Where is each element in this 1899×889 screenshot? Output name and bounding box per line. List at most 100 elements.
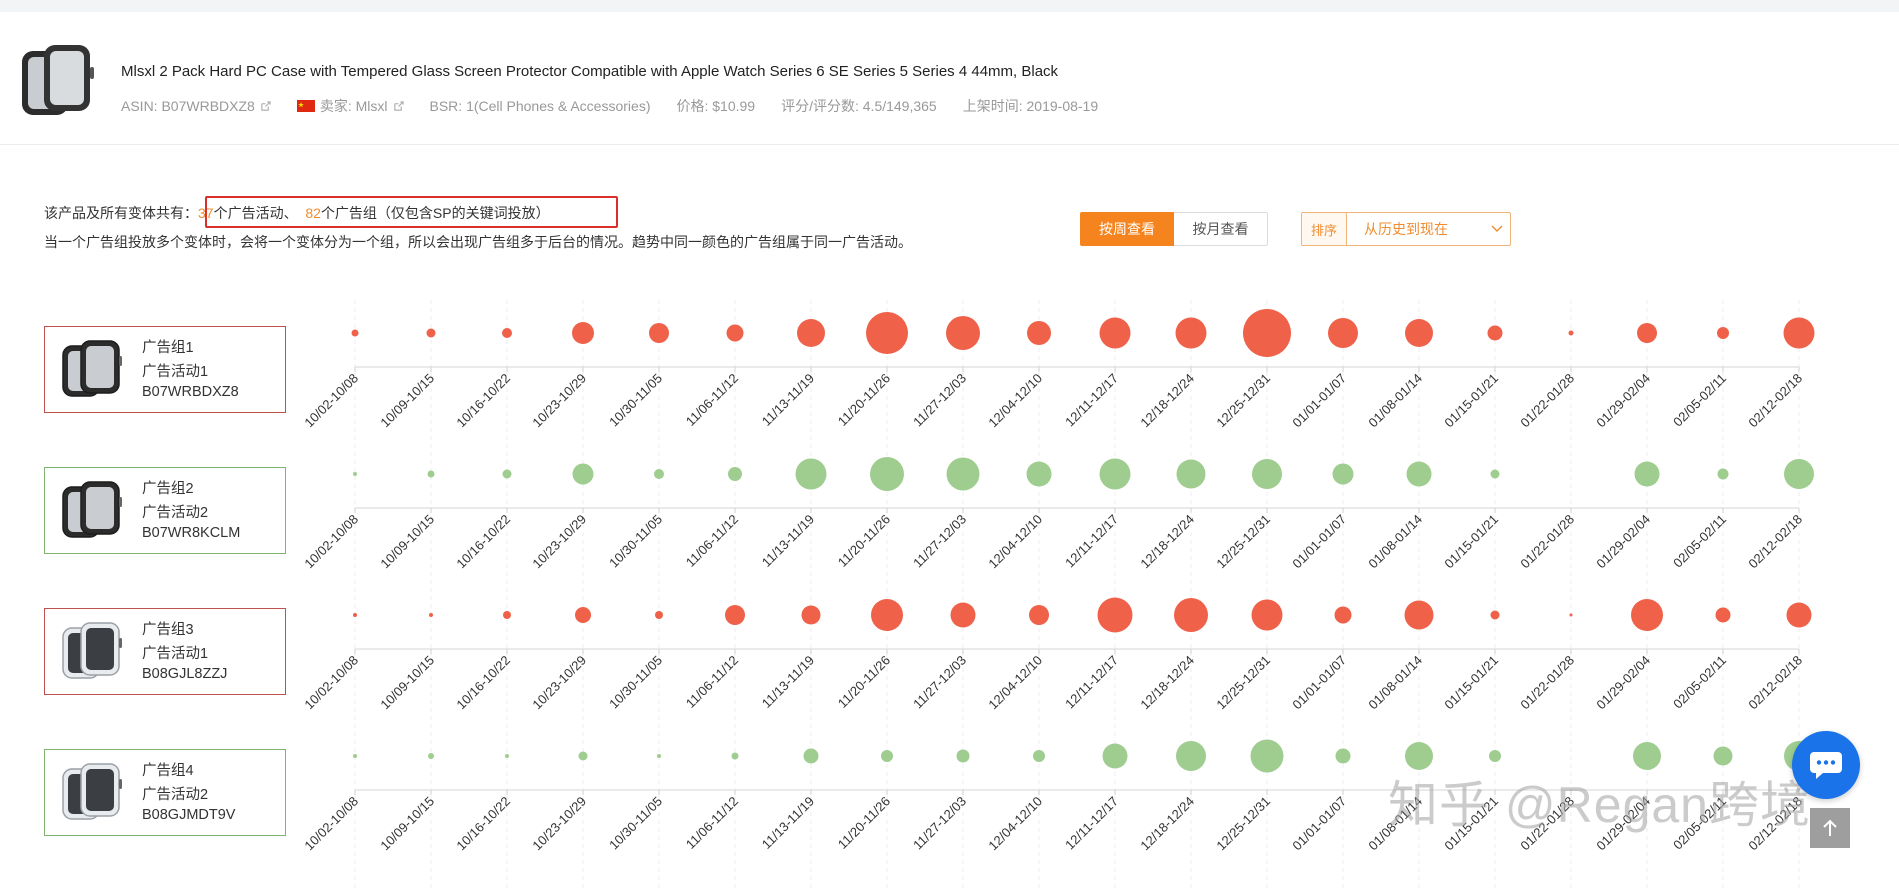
bubble-point[interactable] [946, 316, 980, 350]
bubble-point[interactable] [1406, 461, 1432, 487]
bubble-point[interactable] [657, 754, 661, 758]
bubble-point[interactable] [1786, 602, 1812, 628]
bubble-point[interactable] [654, 469, 664, 479]
bubble-point[interactable] [1252, 459, 1282, 489]
x-tick-label: 12/04-12/10 [985, 794, 1045, 854]
back-to-top-button[interactable] [1810, 808, 1850, 848]
bubble-point[interactable] [795, 458, 827, 490]
bubble-point[interactable] [1490, 610, 1500, 620]
bubble-point[interactable] [1033, 750, 1045, 762]
bubble-point[interactable] [1251, 599, 1283, 631]
bubble-point[interactable] [427, 470, 435, 478]
bubble-point[interactable] [1174, 598, 1208, 632]
x-tick-label: 10/02-10/08 [301, 371, 361, 431]
chat-button[interactable] [1792, 731, 1860, 799]
bubble-point[interactable] [1405, 319, 1433, 347]
x-tick-label: 12/11-12/17 [1062, 794, 1121, 853]
bubble-point[interactable] [1487, 325, 1503, 341]
bubble-point[interactable] [429, 613, 433, 617]
bubble-point[interactable] [1099, 317, 1131, 349]
bubble-point[interactable] [351, 329, 359, 337]
x-tick-label: 01/29-02/04 [1593, 653, 1653, 713]
bubble-point[interactable] [1717, 468, 1729, 480]
bubble-point[interactable] [353, 754, 357, 758]
bubble-point[interactable] [502, 469, 512, 479]
bubble-point[interactable] [572, 322, 594, 344]
bubble-point[interactable] [428, 753, 434, 759]
bubble-point[interactable] [1029, 605, 1049, 625]
x-tick-label: 12/25-12/31 [1213, 371, 1273, 431]
x-tick-label: 01/08-01/14 [1365, 371, 1425, 431]
bubble-point[interactable] [1783, 317, 1815, 349]
bubble-point[interactable] [871, 599, 903, 631]
x-tick-label: 10/16-10/22 [453, 653, 513, 713]
bubble-point[interactable] [1489, 750, 1501, 762]
bubble-point[interactable] [1334, 606, 1352, 624]
x-tick-label: 01/15-01/21 [1441, 512, 1501, 572]
bubble-point[interactable] [1243, 309, 1291, 357]
x-tick-label: 10/16-10/22 [453, 512, 513, 572]
bubble-point[interactable] [1568, 330, 1574, 336]
bubble-point[interactable] [797, 319, 825, 347]
bubble-point[interactable] [1176, 741, 1206, 771]
bubble-point[interactable] [725, 605, 745, 625]
bubble-point[interactable] [353, 613, 357, 617]
bubble-point[interactable] [1404, 600, 1434, 630]
bubble-point[interactable] [578, 751, 588, 761]
x-tick-label: 11/06-11/12 [683, 653, 741, 711]
bubble-point[interactable] [1569, 613, 1573, 617]
bubble-point[interactable] [1097, 597, 1133, 633]
x-tick-label: 11/20-11/26 [835, 371, 893, 429]
bubble-point[interactable] [1099, 458, 1131, 490]
bubble-point[interactable] [950, 602, 976, 628]
bubble-point[interactable] [881, 750, 893, 762]
bubble-point[interactable] [1175, 317, 1207, 349]
x-tick-label: 11/13-11/19 [759, 512, 817, 570]
bubble-point[interactable] [505, 754, 509, 758]
x-tick-label: 11/06-11/12 [683, 512, 741, 570]
bubble-point[interactable] [649, 323, 669, 343]
bubble-point[interactable] [502, 328, 512, 338]
bubble-point[interactable] [1637, 323, 1657, 343]
bubble-point[interactable] [1631, 599, 1663, 631]
bubble-point[interactable] [353, 472, 357, 476]
bubble-point[interactable] [1027, 321, 1051, 345]
x-tick-label: 01/22-01/28 [1517, 371, 1577, 431]
bubble-point[interactable] [1490, 469, 1500, 479]
x-tick-label: 01/29-02/04 [1593, 512, 1653, 572]
x-tick-label: 10/16-10/22 [453, 794, 513, 854]
bubble-point[interactable] [1250, 739, 1284, 773]
x-tick-label: 10/23-10/29 [529, 512, 589, 572]
bubble-point[interactable] [956, 749, 970, 763]
bubble-point[interactable] [1176, 459, 1206, 489]
bubble-point[interactable] [655, 611, 663, 619]
x-tick-label: 11/27-12/03 [910, 512, 969, 571]
bubble-point[interactable] [1335, 748, 1351, 764]
x-tick-label: 02/05-02/11 [1670, 653, 1729, 712]
bubble-point[interactable] [1332, 463, 1354, 485]
bubble-point[interactable] [426, 328, 436, 338]
bubble-point[interactable] [1715, 607, 1731, 623]
x-tick-label: 12/18-12/24 [1137, 653, 1197, 713]
bubble-point[interactable] [1328, 318, 1358, 348]
bubble-point[interactable] [870, 457, 904, 491]
bubble-point[interactable] [572, 463, 594, 485]
bubble-point[interactable] [1784, 459, 1814, 489]
x-tick-label: 01/22-01/28 [1517, 512, 1577, 572]
bubble-point[interactable] [726, 324, 744, 342]
bubble-point[interactable] [728, 467, 742, 481]
bubble-point[interactable] [731, 752, 739, 760]
bubble-point[interactable] [1713, 746, 1733, 766]
bubble-point[interactable] [1717, 327, 1729, 339]
bubble-point[interactable] [1026, 461, 1052, 487]
bubble-point[interactable] [575, 607, 591, 623]
bubble-point[interactable] [801, 605, 821, 625]
bubble-point[interactable] [946, 457, 980, 491]
bubble-point[interactable] [1634, 461, 1660, 487]
x-tick-label: 12/25-12/31 [1213, 794, 1273, 854]
bubble-point[interactable] [866, 312, 908, 354]
bubble-point[interactable] [503, 611, 511, 619]
x-tick-label: 12/18-12/24 [1137, 794, 1197, 854]
bubble-point[interactable] [803, 748, 819, 764]
bubble-point[interactable] [1102, 743, 1128, 769]
